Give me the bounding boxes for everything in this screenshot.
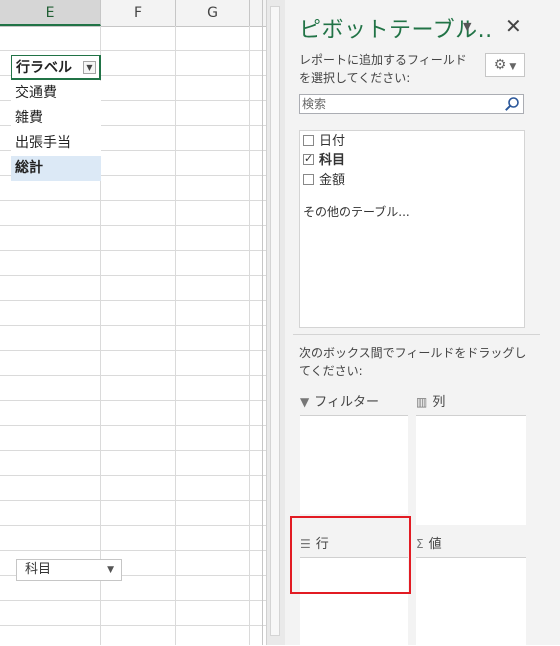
pivot-row-label-header[interactable]: 行ラベル ▼	[11, 55, 101, 80]
pane-description: レポートに追加するフィールドを選択してください:	[299, 53, 467, 85]
close-icon[interactable]: ✕	[505, 14, 522, 38]
filters-area-header: ▼ フィルター	[300, 388, 408, 416]
column-header-bar: E F G	[0, 0, 266, 27]
search-input[interactable]	[302, 96, 492, 112]
more-tables-link[interactable]: その他のテーブル...	[303, 203, 410, 220]
field-label: 金額	[319, 173, 346, 188]
column-header-g[interactable]: G	[176, 0, 250, 26]
filter-icon: ▼	[300, 395, 310, 409]
column-header-e[interactable]: E	[0, 0, 101, 26]
sheet-edge-line	[262, 0, 263, 645]
field-label: 日付	[319, 134, 346, 149]
checkbox-icon[interactable]	[303, 135, 314, 146]
rows-area-field-label: 科目	[25, 562, 52, 577]
chevron-down-icon[interactable]: ▼	[107, 560, 114, 580]
annotation-highlight-box	[290, 516, 411, 594]
sigma-icon: Σ	[416, 537, 424, 551]
pivot-row-item[interactable]: 雑費	[11, 106, 101, 131]
settings-button[interactable]: ⚙ ▼	[485, 53, 525, 77]
pivot-filter-dropdown-icon[interactable]: ▼	[83, 61, 96, 74]
columns-area-label: 列	[432, 395, 446, 410]
pivot-grand-total[interactable]: 総計	[11, 156, 101, 181]
checkbox-checked-icon[interactable]	[303, 150, 314, 168]
pivot-row-item[interactable]: 出張手当	[11, 131, 101, 156]
caret-down-icon[interactable]: ▼	[463, 20, 471, 33]
field-item-date[interactable]: 日付	[303, 133, 345, 151]
spreadsheet-grid[interactable]: E F G 行ラベル ▼ 交通費 雑費 出張手当 総計	[0, 0, 266, 645]
columns-area-header: ▥ 列	[416, 388, 526, 416]
field-list: 日付 科目 金額 その他のテーブル...	[299, 130, 525, 328]
field-search-box[interactable]	[299, 94, 524, 114]
field-item-amount[interactable]: 金額	[303, 172, 345, 190]
pivot-row-label-header-text: 行ラベル	[16, 60, 72, 76]
columns-icon: ▥	[416, 395, 428, 409]
chevron-down-icon: ▼	[509, 62, 517, 72]
pivot-row-item[interactable]: 交通費	[11, 81, 101, 106]
values-area-header: Σ値	[416, 530, 526, 558]
field-item-subject[interactable]: 科目	[303, 150, 346, 170]
columns-drop-zone[interactable]	[416, 415, 526, 525]
rows-area-field-chip[interactable]: 科目 ▼	[16, 559, 122, 581]
section-divider	[293, 334, 540, 335]
column-header-f[interactable]: F	[101, 0, 176, 26]
field-label: 科目	[319, 153, 346, 168]
checkbox-icon[interactable]	[303, 174, 314, 185]
filters-drop-zone[interactable]	[300, 415, 408, 514]
search-icon[interactable]	[504, 96, 520, 112]
gear-icon: ⚙	[493, 57, 507, 73]
drag-hint-text: 次のボックス間でフィールドをドラッグしてください:	[299, 346, 527, 378]
vertical-scrollbar-thumb[interactable]	[270, 6, 280, 636]
values-area-label: 値	[428, 537, 442, 552]
values-drop-zone[interactable]	[416, 557, 526, 646]
filters-area-label: フィルター	[314, 395, 379, 410]
